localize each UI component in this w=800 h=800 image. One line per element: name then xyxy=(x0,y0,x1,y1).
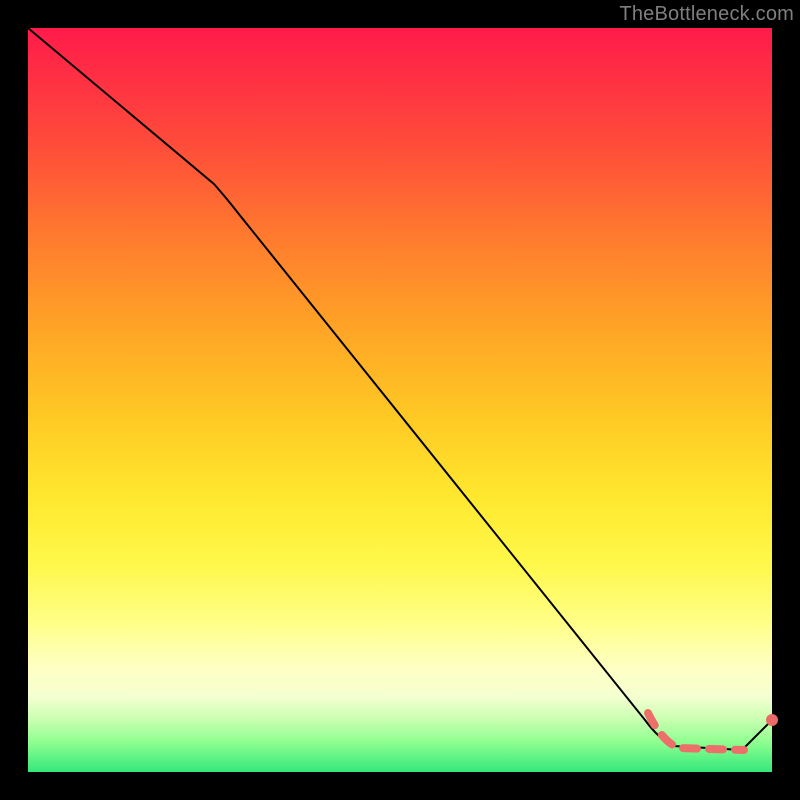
watermark-text: TheBottleneck.com xyxy=(619,3,794,26)
endpoint-marker xyxy=(766,714,778,726)
series-curve xyxy=(28,28,772,750)
chart-container: TheBottleneck.com xyxy=(0,0,800,800)
series-highlight xyxy=(648,713,744,750)
chart-svg xyxy=(28,28,772,772)
